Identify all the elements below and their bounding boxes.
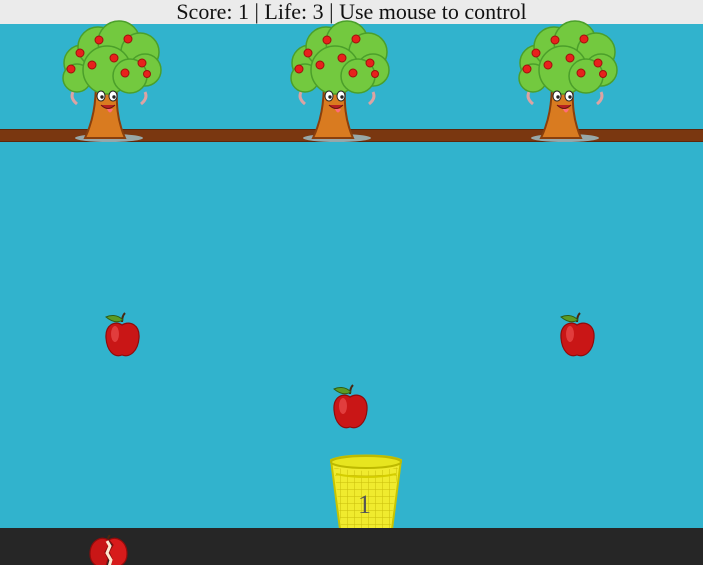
apple-tree-icon	[518, 20, 618, 142]
basket-count: 1	[358, 490, 371, 519]
red-apple-icon[interactable]	[557, 312, 597, 360]
apple-tree-icon	[62, 20, 162, 142]
broken-apple-icon	[89, 535, 128, 565]
game-canvas[interactable]: Score: 1 | Life: 3 | Use mouse to contro…	[0, 0, 703, 565]
apple-tree-icon	[290, 20, 390, 142]
red-apple-icon[interactable]	[102, 312, 142, 360]
red-apple-icon[interactable]	[330, 384, 370, 432]
